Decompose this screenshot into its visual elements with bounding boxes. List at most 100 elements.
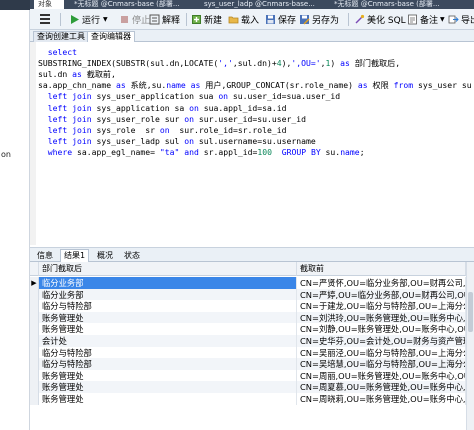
- table-cell-before[interactable]: CN=周夏慕,OU=账务管理处,OU=账务中心,OU=财: [297, 381, 466, 394]
- table-cell-before[interactable]: CN=严贤怀,OU=临分业务部,OU=财再公司,OU=中国: [297, 277, 466, 289]
- code-snippet-button[interactable]: 备注 ▼: [407, 12, 445, 27]
- row-header[interactable]: [30, 393, 39, 405]
- table-cell-dept-after[interactable]: 临分业务部: [39, 288, 297, 301]
- tab-status[interactable]: 状态: [120, 249, 144, 262]
- sql-editor[interactable]: select SUBSTRING_INDEX(SUBSTR(sul.dn,LOCA…: [30, 42, 474, 245]
- table-cell-dept-after[interactable]: 临分与特险部: [39, 346, 297, 359]
- row-header[interactable]: [30, 288, 39, 301]
- current-row-indicator-icon[interactable]: ▶: [30, 277, 39, 289]
- sql-line: left join sys_user_application sua on su…: [38, 91, 340, 102]
- table-row[interactable]: 临分业务部CN=严婷,OU=临分业务部,OU=财再公司,OU=中国: [30, 288, 466, 301]
- window-tab-untitled-1[interactable]: *无标题 @Cnmars-base (部署...: [70, 0, 198, 9]
- table-cell-dept-after[interactable]: 账务管理处: [39, 323, 297, 336]
- sql-line: SUBSTRING_INDEX(SUBSTR(sul.dn,LOCATE(','…: [38, 58, 400, 69]
- table-cell-dept-after[interactable]: 账务管理处: [39, 311, 297, 324]
- sql-line: left join sys_user_ladp sul on sul.usern…: [38, 136, 316, 147]
- table-cell-dept-after[interactable]: 临分与特险部: [39, 358, 297, 371]
- column-header-dept-after[interactable]: 部门截取后: [39, 262, 297, 276]
- row-header[interactable]: [30, 369, 39, 382]
- sql-token: sa.app_chn_name: [38, 80, 116, 91]
- table-row[interactable]: 临分与特险部CN=吴培慧,OU=临分与特险部,OU=上海分公司,OU=中: [30, 358, 466, 371]
- column-header-before[interactable]: 截取前: [297, 262, 466, 276]
- beautify-sql-button[interactable]: 美化 SQL: [354, 12, 406, 27]
- sql-token: ;: [359, 146, 365, 157]
- export-button[interactable]: 导出: [448, 12, 474, 27]
- sql-token: sur.user_id=su.user_id: [193, 113, 307, 124]
- window-tab-objects[interactable]: 对象: [34, 0, 64, 9]
- load-button[interactable]: 载入: [228, 12, 259, 27]
- window-tab-sys-user-ladp[interactable]: sys_user_ladp @Cnmars-base...: [200, 0, 328, 9]
- menu-icon[interactable]: [40, 14, 50, 24]
- explain-button[interactable]: 解释: [149, 12, 180, 27]
- export-label: 导出: [461, 16, 474, 26]
- adjacent-window-label: on: [1, 150, 11, 159]
- window-tab-untitled-2[interactable]: *无标题 @Cnmars-base (部署...: [330, 0, 474, 9]
- table-cell-before[interactable]: CN=吴丽泾,OU=临分与特险部,OU=上海分公司,OU=中: [297, 346, 466, 359]
- tab-info[interactable]: 信息: [33, 249, 57, 262]
- sql-string: "ta": [159, 146, 180, 157]
- save-button[interactable]: 保存: [265, 12, 296, 27]
- result-grid[interactable]: 部门截取后 截取前 ▶ 临分业务部 CN=严贤怀,OU=临分业务部,OU=财再公司,…: [30, 262, 474, 430]
- row-header[interactable]: [30, 381, 39, 394]
- table-cell-before[interactable]: CN=史华芬,OU=会计处,OU=财务与资产管理部,O: [297, 335, 466, 347]
- table-row[interactable]: 临分与特险部CN=吴丽泾,OU=临分与特险部,OU=上海分公司,OU=中: [30, 346, 466, 359]
- table-row[interactable]: 账务管理处CN=周丽,OU=账务管理处,OU=账务中心,OU=财再: [30, 369, 466, 382]
- table-row[interactable]: 会计处CN=史华芬,OU=会计处,OU=财务与资产管理部,O: [30, 335, 466, 347]
- sql-token: sys_user_role sur: [91, 113, 185, 124]
- table-cell-before[interactable]: CN=吴培慧,OU=临分与特险部,OU=上海分公司,OU=中: [297, 358, 466, 371]
- table-cell-dept-after[interactable]: 临分与特险部: [39, 300, 297, 313]
- scrollbar-thumb[interactable]: [468, 292, 473, 332]
- editor-gutter: [30, 42, 36, 245]
- run-dropdown-chevron-icon[interactable]: ▼: [103, 16, 108, 23]
- beautify-sql-label: 美化 SQL: [367, 16, 406, 26]
- sql-token: ): [330, 58, 341, 69]
- table-cell-before[interactable]: CN=周丽,OU=账务管理处,OU=账务中心,OU=财再: [297, 369, 466, 382]
- table-cell-dept-after[interactable]: 会计处: [39, 335, 297, 347]
- table-cell-before[interactable]: CN=刘洪玲,OU=账务管理处,OU=账务中心,OU=财: [297, 311, 466, 324]
- table-row[interactable]: 账务管理处CN=刘洪玲,OU=账务管理处,OU=账务中心,OU=财: [30, 311, 466, 324]
- table-row[interactable]: ▶临分业务部CN=严贤怀,OU=临分业务部,OU=财再公司,OU=中国: [30, 277, 466, 289]
- tab-result-1[interactable]: 结果1: [60, 249, 90, 262]
- grid-vertical-scrollbar[interactable]: [466, 262, 474, 430]
- table-cell-dept-after[interactable]: 账务管理处: [39, 381, 297, 394]
- row-header[interactable]: [30, 311, 39, 324]
- table-cell-dept-after[interactable]: 账务管理处: [39, 369, 297, 382]
- tab-profile[interactable]: 概况: [93, 249, 117, 262]
- export-icon: [448, 15, 459, 24]
- stop-button[interactable]: 停止: [119, 12, 150, 27]
- sql-token: SUBSTRING_INDEX(SUBSTR(sul.dn,LOCATE(: [38, 58, 219, 69]
- tab-query-builder[interactable]: 查询创建工具: [33, 31, 89, 42]
- sql-token: sua.appl_id=sa.id: [198, 102, 287, 113]
- table-row[interactable]: 账务管理处CN=周晓莉,OU=账务管理处,OU=账务中心,OU=财: [30, 393, 466, 405]
- row-header[interactable]: [30, 300, 39, 313]
- save-as-button[interactable]: 另存为: [299, 12, 339, 27]
- table-cell-before[interactable]: CN=于建龙,OU=临分与特险部,OU=上海分公司,OU=中: [297, 300, 466, 313]
- table-cell-before[interactable]: CN=严婷,OU=临分业务部,OU=财再公司,OU=中国: [297, 288, 466, 301]
- table-cell-before[interactable]: CN=刘静,OU=账务管理处,OU=账务中心,OU=财再: [297, 323, 466, 336]
- row-header[interactable]: [30, 323, 39, 336]
- table-row[interactable]: 账务管理处CN=周夏慕,OU=账务管理处,OU=账务中心,OU=财: [30, 381, 466, 394]
- sql-string: ',': [218, 58, 233, 69]
- sql-token: sys_user_ladp sul: [91, 135, 185, 146]
- table-cell-dept-after[interactable]: 账务管理处: [39, 393, 297, 405]
- tab-query-editor[interactable]: 查询编辑器: [87, 31, 135, 42]
- code-snippet-chevron-icon[interactable]: ▼: [440, 16, 445, 23]
- run-button[interactable]: 运行 ▼: [69, 12, 108, 27]
- save-icon: [266, 15, 275, 24]
- table-cell-before[interactable]: CN=周晓莉,OU=账务管理处,OU=账务中心,OU=财: [297, 393, 466, 405]
- sql-keyword: name: [166, 80, 186, 91]
- new-button[interactable]: 新建: [191, 12, 222, 27]
- table-cell-dept-after[interactable]: 临分业务部: [39, 277, 297, 289]
- save-label: 保存: [278, 16, 297, 26]
- sql-token: sa.app_egl_name=: [72, 146, 160, 157]
- row-header[interactable]: [30, 358, 39, 371]
- row-header[interactable]: [30, 346, 39, 359]
- explain-icon: [149, 14, 160, 25]
- row-header[interactable]: [30, 335, 39, 347]
- table-row[interactable]: 临分与特险部CN=于建龙,OU=临分与特险部,OU=上海分公司,OU=中: [30, 300, 466, 313]
- table-row[interactable]: 账务管理处CN=刘静,OU=账务管理处,OU=账务中心,OU=财再: [30, 323, 466, 336]
